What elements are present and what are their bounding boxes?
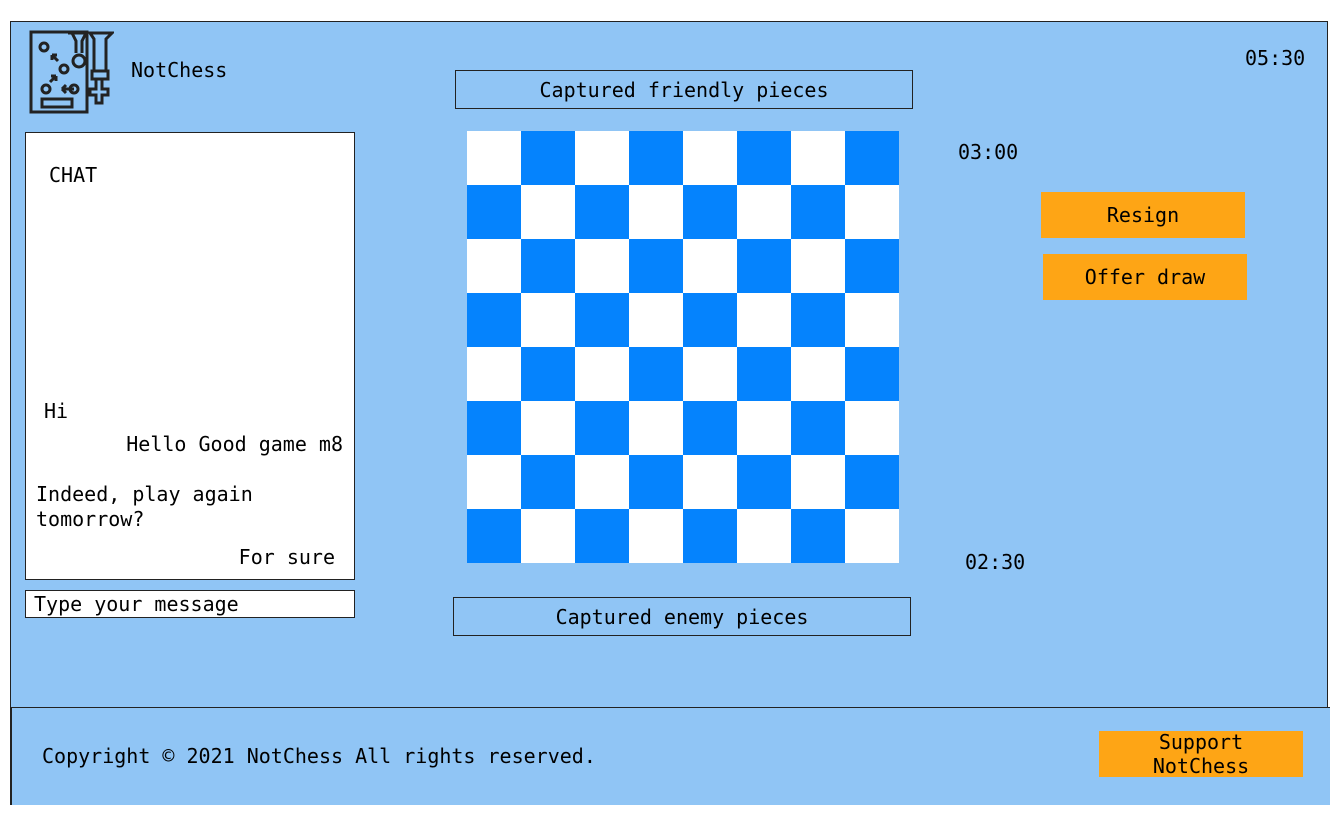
board-square[interactable] (845, 185, 899, 239)
board-square[interactable] (467, 131, 521, 185)
board-square[interactable] (575, 455, 629, 509)
board-square[interactable] (629, 131, 683, 185)
board-square[interactable] (467, 401, 521, 455)
board-square[interactable] (791, 185, 845, 239)
chess-board (467, 131, 899, 563)
board-square[interactable] (629, 347, 683, 401)
chat-message: For sure (238, 545, 335, 569)
chat-panel: CHAT Hi Hello Good game m8 Indeed, play … (25, 132, 355, 580)
board-square[interactable] (467, 455, 521, 509)
offer-draw-button[interactable]: Offer draw (1043, 254, 1247, 300)
captured-enemy-label: Captured enemy pieces (555, 604, 809, 629)
board-square[interactable] (737, 509, 791, 563)
board-square[interactable] (845, 239, 899, 293)
board-square[interactable] (791, 401, 845, 455)
board-square[interactable] (521, 293, 575, 347)
board-square[interactable] (575, 347, 629, 401)
board-square[interactable] (683, 347, 737, 401)
board-square[interactable] (737, 455, 791, 509)
board-square[interactable] (683, 131, 737, 185)
board-square[interactable] (737, 185, 791, 239)
board-square[interactable] (683, 185, 737, 239)
game-timer: 05:30 (1245, 46, 1306, 70)
board-square[interactable] (845, 509, 899, 563)
board-square[interactable] (791, 455, 845, 509)
board-square[interactable] (629, 185, 683, 239)
chat-message-input[interactable] (25, 590, 355, 618)
board-square[interactable] (683, 239, 737, 293)
board-square[interactable] (575, 239, 629, 293)
board-square[interactable] (629, 401, 683, 455)
captured-friendly-pieces: Captured friendly pieces (455, 70, 913, 109)
board-square[interactable] (791, 509, 845, 563)
board-square[interactable] (575, 401, 629, 455)
board-square[interactable] (467, 239, 521, 293)
board-square[interactable] (845, 131, 899, 185)
chat-message: Indeed, play again tomorrow? (36, 482, 253, 531)
board-square[interactable] (629, 509, 683, 563)
support-button[interactable]: Support NotChess (1099, 730, 1303, 778)
board-square[interactable] (521, 347, 575, 401)
board-square[interactable] (845, 347, 899, 401)
board-square[interactable] (791, 293, 845, 347)
board-square[interactable] (521, 509, 575, 563)
board-square[interactable] (467, 347, 521, 401)
captured-friendly-label: Captured friendly pieces (539, 77, 829, 102)
chat-message: Hello Good game m8 (126, 432, 343, 456)
board-square[interactable] (737, 347, 791, 401)
board-square[interactable] (521, 401, 575, 455)
chess-strategy-logo-icon (29, 30, 114, 114)
board-square[interactable] (521, 131, 575, 185)
board-square[interactable] (845, 401, 899, 455)
board-square[interactable] (791, 131, 845, 185)
board-square[interactable] (467, 509, 521, 563)
brand-name: NotChess (131, 58, 228, 82)
board-square[interactable] (521, 455, 575, 509)
board-square[interactable] (737, 239, 791, 293)
board-square[interactable] (737, 401, 791, 455)
board-square[interactable] (575, 509, 629, 563)
board-square[interactable] (521, 185, 575, 239)
board-square[interactable] (467, 185, 521, 239)
board-square[interactable] (737, 131, 791, 185)
board-square[interactable] (467, 293, 521, 347)
board-square[interactable] (629, 293, 683, 347)
captured-enemy-pieces: Captured enemy pieces (453, 597, 911, 636)
board-square[interactable] (575, 185, 629, 239)
copyright-text: Copyright © 2021 NotChess All rights res… (42, 744, 596, 768)
board-square[interactable] (683, 293, 737, 347)
board-square[interactable] (629, 455, 683, 509)
board-square[interactable] (575, 293, 629, 347)
chat-message: Hi (44, 399, 69, 423)
board-square[interactable] (683, 509, 737, 563)
board-square[interactable] (845, 455, 899, 509)
board-square[interactable] (791, 347, 845, 401)
board-square[interactable] (629, 239, 683, 293)
board-square[interactable] (683, 455, 737, 509)
board-square[interactable] (791, 239, 845, 293)
resign-button[interactable]: Resign (1041, 192, 1245, 238)
board-square[interactable] (737, 293, 791, 347)
board-square[interactable] (575, 131, 629, 185)
board-square[interactable] (683, 401, 737, 455)
player-timer: 02:30 (965, 550, 1026, 574)
board-square[interactable] (521, 239, 575, 293)
chat-title: CHAT (49, 163, 98, 187)
board-square[interactable] (845, 293, 899, 347)
opponent-timer: 03:00 (958, 140, 1019, 164)
